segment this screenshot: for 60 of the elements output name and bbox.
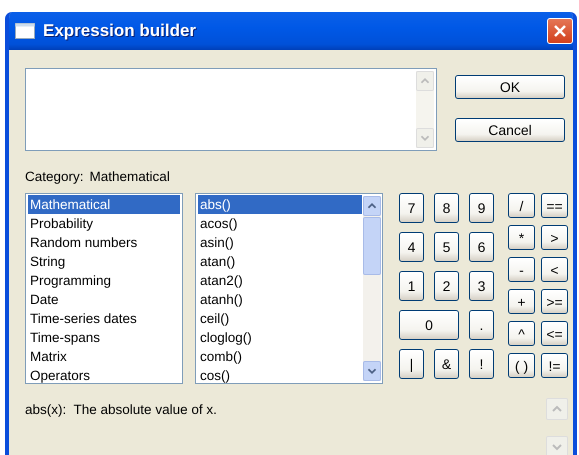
cancel-button[interactable]: Cancel [455, 118, 565, 142]
category-item[interactable]: Operators [28, 366, 180, 385]
keypad-key[interactable]: 9 [469, 193, 494, 223]
keypad-key[interactable]: 3 [469, 271, 494, 301]
function-description: abs(x): The absolute value of x. [25, 402, 217, 419]
keypad-key[interactable]: 4 [399, 232, 424, 262]
category-item[interactable]: Time-series dates [28, 309, 180, 328]
function-item[interactable]: abs() [198, 195, 362, 214]
keypad-key[interactable]: 1 [399, 271, 424, 301]
category-item[interactable]: Matrix [28, 347, 180, 366]
category-item[interactable]: String [28, 252, 180, 271]
operator-key[interactable]: ^ [508, 321, 535, 346]
category-item[interactable]: Date [28, 290, 180, 309]
keypad-key[interactable]: ! [469, 349, 494, 379]
function-item[interactable]: acos() [198, 214, 362, 233]
operator-key[interactable]: > [541, 225, 568, 250]
category-item[interactable]: Programming [28, 271, 180, 290]
scrollbar-thumb[interactable] [363, 217, 381, 275]
window-title: Expression builder [43, 21, 198, 41]
operator-key[interactable]: - [508, 257, 535, 282]
close-button[interactable] [547, 18, 573, 44]
keypad-key[interactable]: 2 [434, 271, 459, 301]
keypad-key[interactable]: . [469, 310, 494, 340]
close-icon [553, 24, 567, 38]
scroll-down-icon[interactable] [363, 361, 381, 381]
window-icon [15, 23, 35, 39]
function-item[interactable]: cos() [198, 366, 362, 385]
function-item[interactable]: atanh() [198, 290, 362, 309]
function-item[interactable]: atan2() [198, 271, 362, 290]
category-item[interactable]: Probability [28, 214, 180, 233]
category-list[interactable]: Mathematical Probability Random numbers String Programming Date Time-series dates Time-spans Matrix Operators [25, 193, 183, 384]
keypad-key[interactable]: 5 [434, 232, 459, 262]
operator-key[interactable]: < [541, 257, 568, 282]
operator-key[interactable]: >= [541, 289, 568, 314]
operator-key[interactable]: ( ) [508, 353, 535, 378]
operator-key[interactable]: / [508, 193, 535, 218]
operator-key[interactable]: != [541, 353, 568, 378]
keypad-key[interactable]: 0 [399, 310, 459, 340]
category-label: Category: [25, 169, 84, 185]
operator-key[interactable]: <= [541, 321, 568, 346]
ok-button[interactable]: OK [455, 75, 565, 99]
keypad-key[interactable]: 8 [434, 193, 459, 223]
operator-key[interactable]: + [508, 289, 535, 314]
function-item[interactable]: ceil() [198, 309, 362, 328]
function-list[interactable]: abs() acos() asin() atan() atan2() atanh() ceil() cloglog() comb() cos() [195, 193, 383, 384]
scroll-up-icon[interactable] [363, 196, 381, 216]
category-value: Mathematical [90, 169, 170, 185]
keypad-key[interactable]: 6 [469, 232, 494, 262]
operator-key[interactable]: * [508, 225, 535, 250]
category-item[interactable]: Mathematical [28, 195, 180, 214]
function-item[interactable]: asin() [198, 233, 362, 252]
keypad-key[interactable]: & [434, 349, 459, 379]
category-item[interactable]: Time-spans [28, 328, 180, 347]
function-item[interactable]: comb() [198, 347, 362, 366]
category-item[interactable]: Random numbers [28, 233, 180, 252]
function-item[interactable]: atan() [198, 252, 362, 271]
keypad-key[interactable]: | [399, 349, 424, 379]
keypad-key[interactable]: 7 [399, 193, 424, 223]
operator-key[interactable]: == [541, 193, 568, 218]
function-item[interactable]: cloglog() [198, 328, 362, 347]
